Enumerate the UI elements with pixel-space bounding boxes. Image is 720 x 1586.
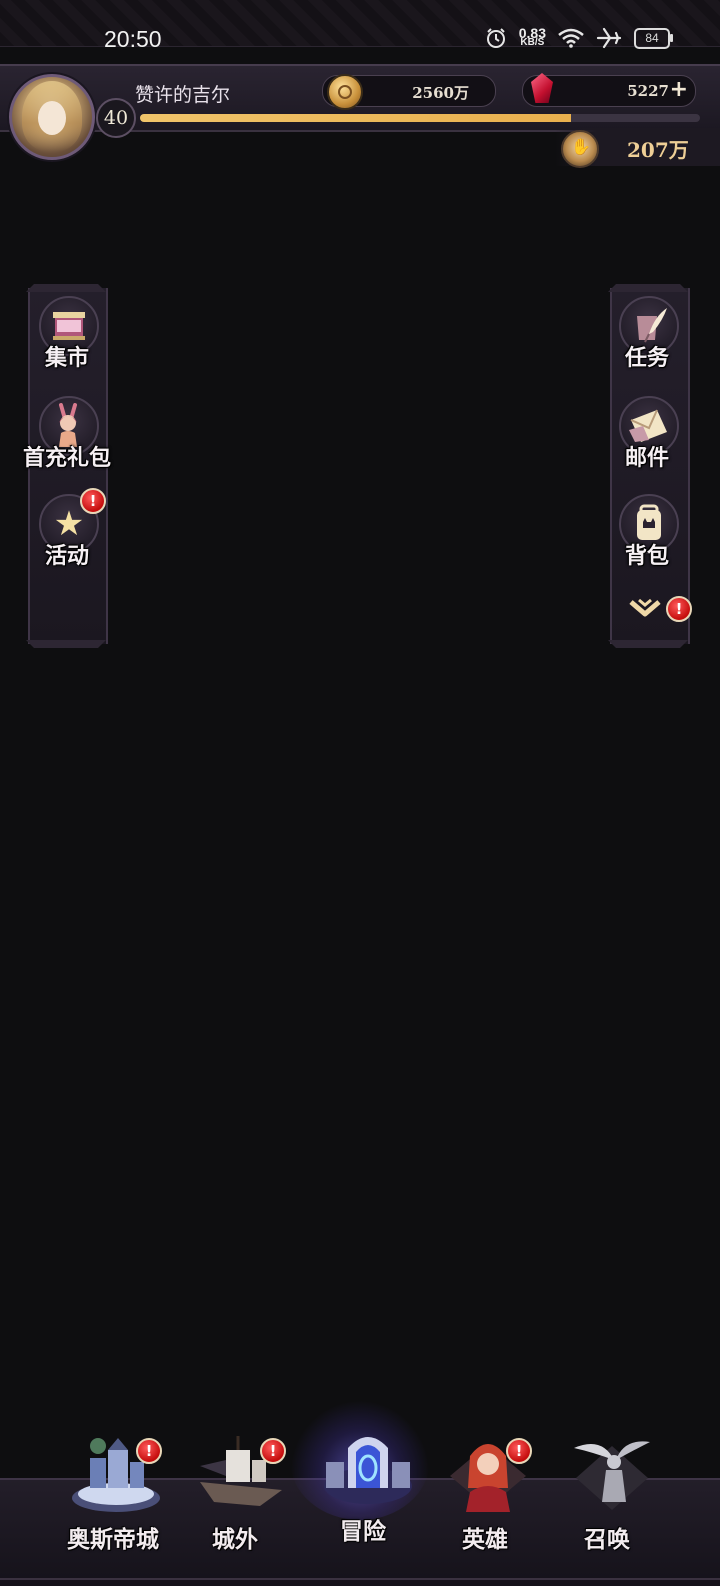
wifi-icon: [558, 28, 584, 48]
expand-menu-chevron-icon[interactable]: [628, 596, 662, 620]
soul-hand-icon: [561, 130, 599, 168]
gold-counter[interactable]: 2560万: [322, 74, 496, 110]
alert-badge: !: [666, 596, 692, 622]
red-gem-icon: [531, 73, 553, 103]
status-icons: 0.83 KB/S 84: [485, 25, 673, 49]
alert-badge: !: [136, 1438, 162, 1464]
alert-badge: !: [260, 1438, 286, 1464]
market-button[interactable]: 集市: [0, 296, 120, 386]
soul-amount: 207万: [627, 138, 689, 162]
backpack-button[interactable]: 背包: [580, 494, 700, 584]
alarm-icon: [486, 28, 505, 48]
battery-icon: 84: [634, 27, 673, 49]
nav-tab-adventure[interactable]: 冒险: [298, 1422, 418, 1562]
first-recharge-gift-button[interactable]: 首充礼包: [0, 396, 120, 486]
angel-statue-icon: [562, 1432, 652, 1516]
add-gems-icon[interactable]: +: [670, 79, 688, 101]
nav-tab-summon[interactable]: 召唤: [542, 1432, 662, 1572]
nav-tab-outside-city[interactable]: 城外 !: [170, 1432, 290, 1572]
status-bar: 20:50 0.83 KB/S 84: [0, 0, 720, 52]
gold-coin-icon: [327, 74, 363, 110]
xp-fill: [140, 114, 572, 122]
events-button[interactable]: ★ 活动 !: [0, 488, 120, 584]
mail-button[interactable]: 邮件: [580, 396, 700, 486]
clock: 20:50: [104, 26, 162, 52]
player-name: 赞许的吉尔: [135, 84, 231, 106]
gem-amount: 5227: [627, 82, 669, 100]
nav-tab-aos-city[interactable]: 奥斯帝城 !: [48, 1432, 168, 1572]
gold-amount: 2560万: [412, 84, 469, 102]
player-avatar[interactable]: [9, 74, 95, 160]
player-level: 40: [96, 98, 136, 138]
alert-badge: !: [506, 1438, 532, 1464]
nav-tab-heroes[interactable]: 英雄 !: [420, 1432, 540, 1572]
quests-button[interactable]: 任务: [580, 296, 700, 386]
gem-counter[interactable]: 5227 +: [522, 73, 696, 107]
alert-badge: !: [80, 488, 106, 514]
xp-bar: [140, 114, 700, 122]
network-speed: 0.83 KB/S: [518, 25, 546, 48]
airplane-mode-icon: [596, 27, 622, 49]
soul-counter[interactable]: 207万: [555, 128, 720, 168]
portal-icon: [318, 1422, 412, 1506]
